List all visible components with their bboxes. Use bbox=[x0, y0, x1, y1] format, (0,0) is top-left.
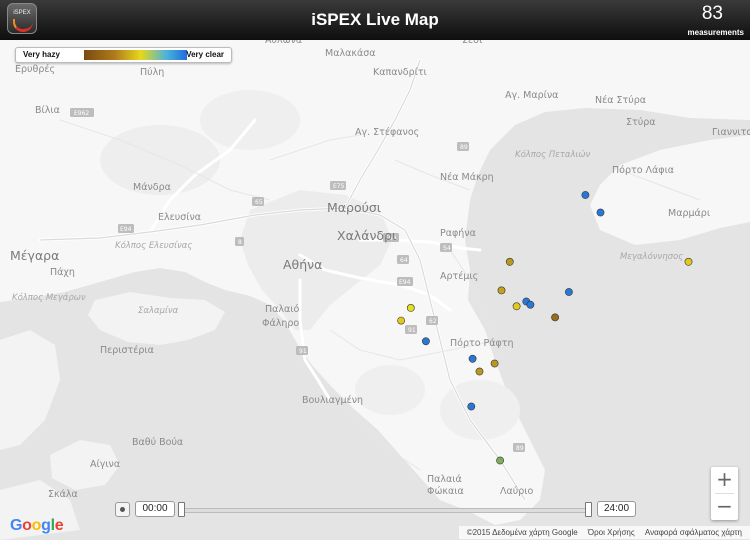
place-label: Πόρτο Ράφτη bbox=[450, 338, 514, 349]
place-label: Βουλιαγμένη bbox=[302, 395, 363, 406]
place-label: Γιαννιτσ bbox=[712, 127, 750, 138]
road-number: 8 bbox=[238, 239, 242, 246]
place-label: Ελευσίνα bbox=[158, 212, 201, 223]
place-label: Σέσι bbox=[462, 40, 482, 46]
measurement-dot[interactable] bbox=[490, 359, 499, 368]
time-start-display: 00:00 bbox=[135, 501, 175, 517]
road-number: 89 bbox=[516, 445, 524, 452]
legend-low-label: Very hazy bbox=[23, 50, 60, 59]
zoom-in-button[interactable]: + bbox=[711, 467, 738, 493]
app-header: iSPEX iSPEX Live Map 83 measurements bbox=[0, 0, 750, 40]
place-label: Περιστέρια bbox=[100, 345, 154, 356]
place-label: Κόλπος Μεγάρων bbox=[12, 292, 86, 303]
place-label: Κόλπος Πεταλιών bbox=[515, 149, 591, 160]
road-number: 62 bbox=[429, 318, 437, 325]
measurement-dot[interactable] bbox=[468, 354, 477, 363]
road-number: E962 bbox=[74, 110, 89, 117]
terrain-shade bbox=[355, 365, 425, 415]
measurement-dot[interactable] bbox=[505, 257, 514, 266]
place-label: Αίγινα bbox=[90, 459, 120, 470]
measurement-dot[interactable] bbox=[397, 316, 405, 325]
place-label: Πύλη bbox=[140, 67, 164, 78]
road-number: E94 bbox=[120, 226, 132, 233]
zoom-control: + − bbox=[711, 467, 738, 520]
road-number: E75 bbox=[333, 183, 345, 190]
place-label: Παλαιό bbox=[265, 304, 300, 315]
place-label: Νέα Μάκρη bbox=[440, 172, 494, 183]
measurement-dot[interactable] bbox=[551, 313, 559, 322]
time-start-handle[interactable] bbox=[178, 502, 185, 517]
place-label: Αγ. Στέφανος bbox=[355, 127, 419, 138]
map-attribution: ©2015 Δεδομένα χάρτη Google Όροι Χρήσης … bbox=[458, 526, 750, 539]
place-label: Αυλώνα bbox=[265, 40, 302, 46]
road-number: 89 bbox=[460, 144, 468, 151]
measurement-dot[interactable] bbox=[421, 337, 430, 346]
measurement-dot[interactable] bbox=[496, 456, 504, 465]
legend-high-label: Very clear bbox=[186, 50, 224, 59]
place-label: Χαλάνδρι bbox=[337, 228, 396, 243]
copyright-text: ©2015 Δεδομένα χάρτη Google bbox=[466, 528, 578, 537]
zoom-out-button[interactable]: − bbox=[711, 494, 738, 520]
place-label: Ερυθρές bbox=[15, 64, 55, 75]
play-button[interactable] bbox=[115, 502, 130, 517]
measurement-dot[interactable] bbox=[526, 300, 535, 309]
place-label: Πάχη bbox=[50, 267, 75, 278]
time-end-display: 24:00 bbox=[597, 501, 636, 517]
measurement-dot[interactable] bbox=[497, 286, 506, 295]
measurement-dot[interactable] bbox=[596, 208, 605, 217]
place-label: Λαύριο bbox=[500, 486, 534, 497]
time-end-handle[interactable] bbox=[585, 502, 592, 517]
measurement-dot[interactable] bbox=[581, 191, 590, 199]
road-number: 65 bbox=[255, 199, 263, 206]
measurement-dot[interactable] bbox=[565, 288, 573, 296]
place-label: Φάληρο bbox=[262, 318, 299, 329]
place-label: Μεγαλόννησος bbox=[620, 251, 683, 262]
measurement-dot[interactable] bbox=[475, 367, 484, 376]
measurement-count: 83 bbox=[701, 3, 723, 24]
place-label: Σκάλα bbox=[48, 489, 78, 500]
place-label: Στύρα bbox=[626, 117, 656, 128]
place-label: Μαρούσι bbox=[327, 200, 381, 215]
place-label: Νέα Στύρα bbox=[595, 95, 646, 106]
road-number: 91 bbox=[408, 327, 416, 334]
measurement-dot[interactable] bbox=[467, 402, 476, 411]
google-logo[interactable]: Google bbox=[10, 517, 64, 535]
place-label: Παλαιά bbox=[427, 474, 462, 485]
place-label: Αθήνα bbox=[283, 257, 322, 272]
place-label: Μαλακάσα bbox=[325, 48, 376, 59]
report-error-link[interactable]: Αναφορά σφάλματος χάρτη bbox=[645, 528, 742, 537]
place-label: Καπανδρίτι bbox=[373, 67, 427, 78]
place-label: Ραφήνα bbox=[440, 228, 476, 239]
terms-link[interactable]: Όροι Χρήσης bbox=[588, 528, 635, 537]
place-label: Βαθύ Βούα bbox=[132, 437, 183, 448]
time-slider: 00:00 24:00 bbox=[115, 500, 636, 518]
place-label: Πόρτο Λάφια bbox=[612, 165, 674, 176]
place-label: Αρτέμις bbox=[440, 271, 478, 282]
measurement-dot[interactable] bbox=[512, 302, 521, 311]
place-label: Κόλπος Ελευσίνας bbox=[115, 240, 192, 251]
place-label: Αγ. Μαρίνα bbox=[505, 90, 558, 101]
place-label: Σαλαμίνα bbox=[138, 306, 179, 316]
road-number: 54 bbox=[443, 245, 451, 252]
place-label: Φώκαια bbox=[427, 486, 464, 497]
road-number: E94 bbox=[399, 279, 411, 286]
page-title: iSPEX Live Map bbox=[311, 10, 439, 29]
terrain-shade bbox=[200, 90, 300, 150]
place-label: Μέγαρα bbox=[10, 248, 59, 263]
road-number: 91 bbox=[299, 348, 307, 355]
place-label: Μαρμάρι bbox=[668, 208, 710, 219]
measurement-dot[interactable] bbox=[684, 257, 693, 266]
place-label: Μάνδρα bbox=[133, 182, 171, 193]
measurement-count-label: measurements bbox=[687, 28, 744, 37]
road-number: 64 bbox=[400, 257, 408, 264]
haze-legend: Very hazy Very clear bbox=[15, 47, 232, 63]
map-view[interactable]: E962 E75 65 E94 8 54 E94 64 89 62 91 89 … bbox=[0, 40, 750, 540]
place-label: Βίλια bbox=[35, 105, 60, 116]
legend-gradient-bar bbox=[84, 50, 187, 60]
time-slider-track[interactable] bbox=[180, 508, 590, 513]
measurement-dot[interactable] bbox=[406, 303, 415, 312]
